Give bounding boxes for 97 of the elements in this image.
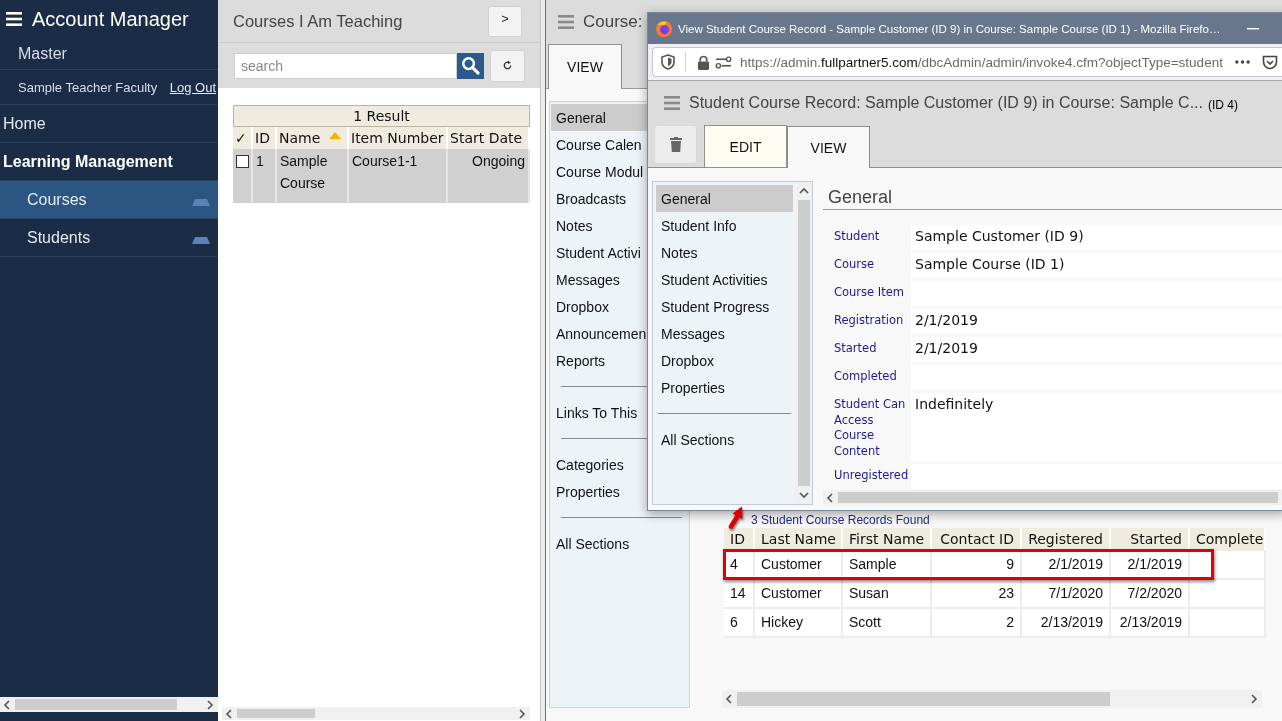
nav-item[interactable]: Dropbox xyxy=(656,347,793,374)
field-value: 2/1/2019 xyxy=(911,309,1282,334)
field-label: Registration xyxy=(833,312,905,329)
scrollbar-thumb[interactable] xyxy=(737,692,1110,706)
field-value: Indefinitely xyxy=(911,393,1282,461)
nav-item[interactable]: Student Progress xyxy=(656,293,793,320)
tab[interactable]: EDIT xyxy=(704,125,787,167)
table-cell: 2 xyxy=(932,609,1022,638)
records-count: 3 Student Course Records Found xyxy=(751,513,930,528)
field-value: Sample Customer (ID 9) xyxy=(911,225,1282,250)
table-row[interactable]: 14 Customer Susan 23 7/1/2020 7/2/2020 xyxy=(724,580,1266,609)
column-header[interactable]: Name xyxy=(277,127,349,149)
field-label: Started xyxy=(833,340,878,357)
more-icon[interactable] xyxy=(1235,60,1250,64)
record-id: (ID 4) xyxy=(1208,97,1238,112)
table-cell: Ongoing xyxy=(448,149,531,203)
table-cell: 2/13/2019 xyxy=(1022,609,1111,638)
sidebar-item[interactable]: Courses xyxy=(0,181,218,219)
table-row[interactable]: 1 Sample Course Course1-1 Ongoing xyxy=(233,149,531,203)
scroll-right-icon[interactable] xyxy=(518,708,526,719)
nav-item[interactable]: All Sections xyxy=(656,426,793,453)
lock-icon[interactable] xyxy=(697,54,710,70)
search-button[interactable] xyxy=(457,52,484,79)
menu-icon[interactable] xyxy=(6,12,22,26)
scroll-left-icon[interactable] xyxy=(225,708,233,719)
column-header[interactable]: Item Number xyxy=(349,127,448,149)
horizontal-scrollbar[interactable] xyxy=(222,707,530,720)
row-checkbox[interactable] xyxy=(236,155,249,168)
section-title: General xyxy=(823,185,1282,210)
user-name: Sample Teacher Faculty xyxy=(18,79,158,95)
tray-icon xyxy=(192,237,210,244)
tab[interactable]: VIEW xyxy=(787,126,870,168)
horizontal-scrollbar[interactable] xyxy=(0,697,218,712)
expand-button[interactable]: > xyxy=(488,5,522,37)
scrollbar-thumb[interactable] xyxy=(838,492,1278,503)
table-cell: Course1-1 xyxy=(349,149,448,203)
scroll-up-icon[interactable] xyxy=(799,187,809,195)
column-header[interactable]: ✓ xyxy=(233,127,253,149)
table-row[interactable]: 6 Hickey Scott 2 2/13/2019 2/13/2019 xyxy=(724,609,1266,638)
field-value: Sample Course (ID 1) xyxy=(911,253,1282,278)
scrollbar-thumb[interactable] xyxy=(237,709,315,718)
delete-button[interactable] xyxy=(654,125,697,164)
panel-title: Courses I Am Teaching xyxy=(233,11,403,31)
scroll-down-icon[interactable] xyxy=(799,491,809,499)
vertical-scrollbar[interactable] xyxy=(796,182,812,504)
scroll-right-icon[interactable] xyxy=(1250,694,1258,704)
field-label: Course xyxy=(833,256,876,273)
column-header[interactable]: Start Date xyxy=(448,127,531,149)
logout-link[interactable]: Log Out xyxy=(169,79,216,95)
scroll-left-icon[interactable] xyxy=(3,699,11,710)
record-title: Student Course Record: Sample Customer (ID 9) in Course: Sample C... xyxy=(689,94,1203,112)
table-cell: 1 xyxy=(253,149,277,203)
panel-title: Course: xyxy=(583,11,643,32)
table-cell: Sample Course xyxy=(277,149,349,203)
minimize-icon[interactable] xyxy=(1247,27,1259,30)
app-title: Account Manager xyxy=(32,7,189,31)
search-field[interactable]: search xyxy=(234,52,457,79)
scrollbar-thumb[interactable] xyxy=(798,200,810,486)
horizontal-scrollbar[interactable] xyxy=(823,490,1282,505)
sort-icon xyxy=(329,132,341,139)
result-count: 1 Result xyxy=(233,105,531,127)
table-cell: 6 xyxy=(724,609,755,638)
field-label: Student Can Access Course Content xyxy=(833,396,907,460)
field-value: 2/1/2019 xyxy=(911,337,1282,362)
window-title: View Student Course Record - Sample Customer (ID 9) in Course: Sample Course (ID 1) - Mozilla Firefo… xyxy=(678,22,1222,35)
field-label: Unregistered xyxy=(833,467,910,484)
nav-item[interactable]: Notes xyxy=(656,239,793,266)
nav-item[interactable]: Properties xyxy=(656,374,793,401)
horizontal-scrollbar[interactable] xyxy=(722,690,1262,708)
search-icon xyxy=(461,56,480,75)
nav-item[interactable]: Student Activities xyxy=(656,266,793,293)
nav-item[interactable]: Student Info xyxy=(656,212,793,239)
account-name: Master xyxy=(18,44,67,63)
shield-icon[interactable] xyxy=(661,54,675,70)
scroll-left-icon[interactable] xyxy=(826,492,834,503)
trash-icon xyxy=(669,137,682,152)
scroll-left-icon[interactable] xyxy=(725,694,733,704)
table-cell: 2/13/2019 xyxy=(1111,609,1190,638)
chevron-badge-icon[interactable] xyxy=(1262,54,1278,70)
table-row[interactable]: 4 Customer Sample 9 2/1/2019 2/1/2019 xyxy=(724,551,1266,580)
sliders-icon[interactable] xyxy=(715,55,732,69)
table-cell: Scott xyxy=(843,609,932,638)
field-label: Course Item xyxy=(833,284,905,301)
tab[interactable]: VIEW xyxy=(548,44,622,89)
browser-icon xyxy=(656,20,672,37)
tray-icon xyxy=(192,199,210,206)
nav-item[interactable]: All Sections xyxy=(551,530,688,557)
nav-item[interactable]: Messages xyxy=(656,320,793,347)
scroll-right-icon[interactable] xyxy=(206,699,214,710)
scrollbar-thumb[interactable] xyxy=(15,699,177,710)
field-label: Student xyxy=(833,228,881,245)
column-header[interactable]: ID xyxy=(253,127,277,149)
refresh-icon xyxy=(502,60,513,71)
nav-item[interactable]: General xyxy=(656,185,793,212)
field-label: Completed xyxy=(833,368,898,385)
table-cell: Hickey xyxy=(755,609,843,638)
address-bar[interactable]: https://admin.fullpartner5.com/dbcAdmin/admin/invoke4.cfm?objectType=student xyxy=(652,47,1282,77)
